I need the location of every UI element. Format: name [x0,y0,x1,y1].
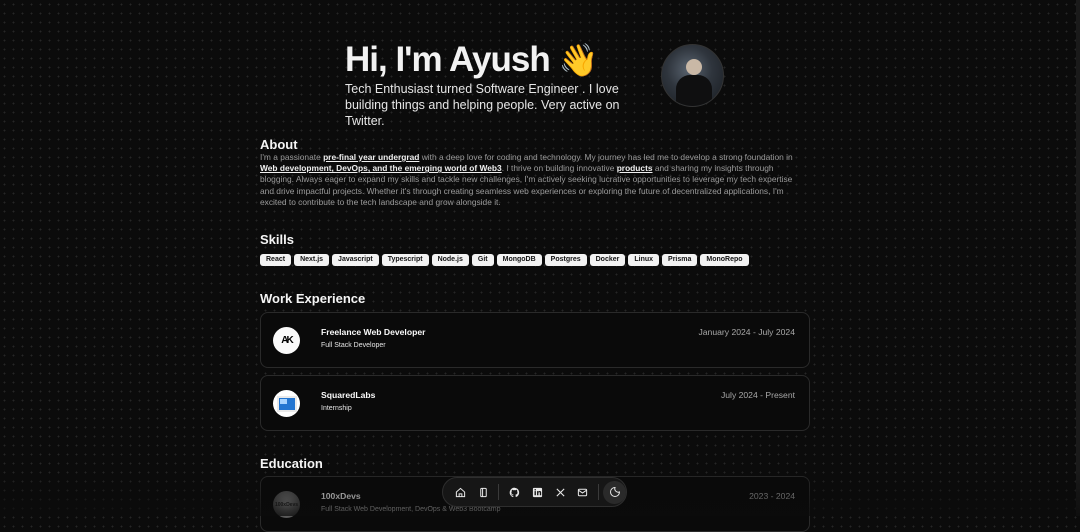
skill-badge: React [260,254,292,266]
work-card-freelance[interactable]: AK Freelance Web Developer Full Stack De… [260,312,810,368]
linkedin-icon[interactable] [526,481,549,504]
theme-toggle-icon[interactable] [603,480,626,504]
work-title: Work Experience [260,291,366,306]
job-title: Internship [321,405,352,412]
about-text: I'm a passionate pre-final year undergra… [260,152,793,207]
dock-divider [598,484,600,500]
company-name: SquaredLabs [321,390,376,400]
mail-icon[interactable] [572,481,595,504]
skill-badge: Linux [628,254,660,266]
dock-divider [498,484,500,500]
page-scrollbar[interactable] [1076,0,1080,516]
skill-badge: Postgres [544,254,587,266]
job-dates: July 2024 - Present [720,390,795,400]
skill-badge: Node.js [431,254,469,266]
skill-badge: Next.js [294,254,330,266]
skill-badge: Javascript [332,254,379,266]
dock-nav [442,477,627,507]
github-icon[interactable] [503,481,526,504]
education-title: Education [260,456,323,471]
skill-badge: Docker [589,254,626,266]
skill-badge: MonoRepo [700,254,749,266]
avatar [661,44,724,107]
skill-badge: Typescript [381,254,429,266]
work-card-squaredlabs[interactable]: SquaredLabs Internship July 2024 - Prese… [260,375,810,431]
skill-badge: Git [471,254,494,266]
notebook-icon[interactable] [472,481,495,504]
wave-emoji: 👋 [558,42,598,78]
products-link[interactable]: products [617,163,653,173]
undergrad-link[interactable]: pre-final year undergrad [323,152,419,162]
about-title: About [260,137,298,152]
skills-list: React Next.js Javascript Typescript Node… [260,254,749,266]
x-icon[interactable] [549,481,572,504]
education-dates: 2023 - 2024 [749,491,795,501]
job-title: Full Stack Developer [321,342,386,349]
school-name: 100xDevs [321,491,361,501]
home-icon[interactable] [449,481,472,504]
skill-badge: Prisma [662,254,698,266]
program-name: Full Stack Web Development, DevOps & Web… [321,506,501,513]
skills-title: Skills [260,232,294,247]
school-logo: 100xDevs [273,491,300,518]
company-logo [273,390,300,417]
company-name: Freelance Web Developer [321,327,426,337]
webdev-link[interactable]: Web development, DevOps, and the emergin… [260,163,502,173]
skill-badge: MongoDB [496,254,542,266]
job-dates: January 2024 - July 2024 [698,327,795,337]
company-logo: AK [273,327,300,354]
hero-tagline: Tech Enthusiast turned Software Engineer… [345,82,620,128]
